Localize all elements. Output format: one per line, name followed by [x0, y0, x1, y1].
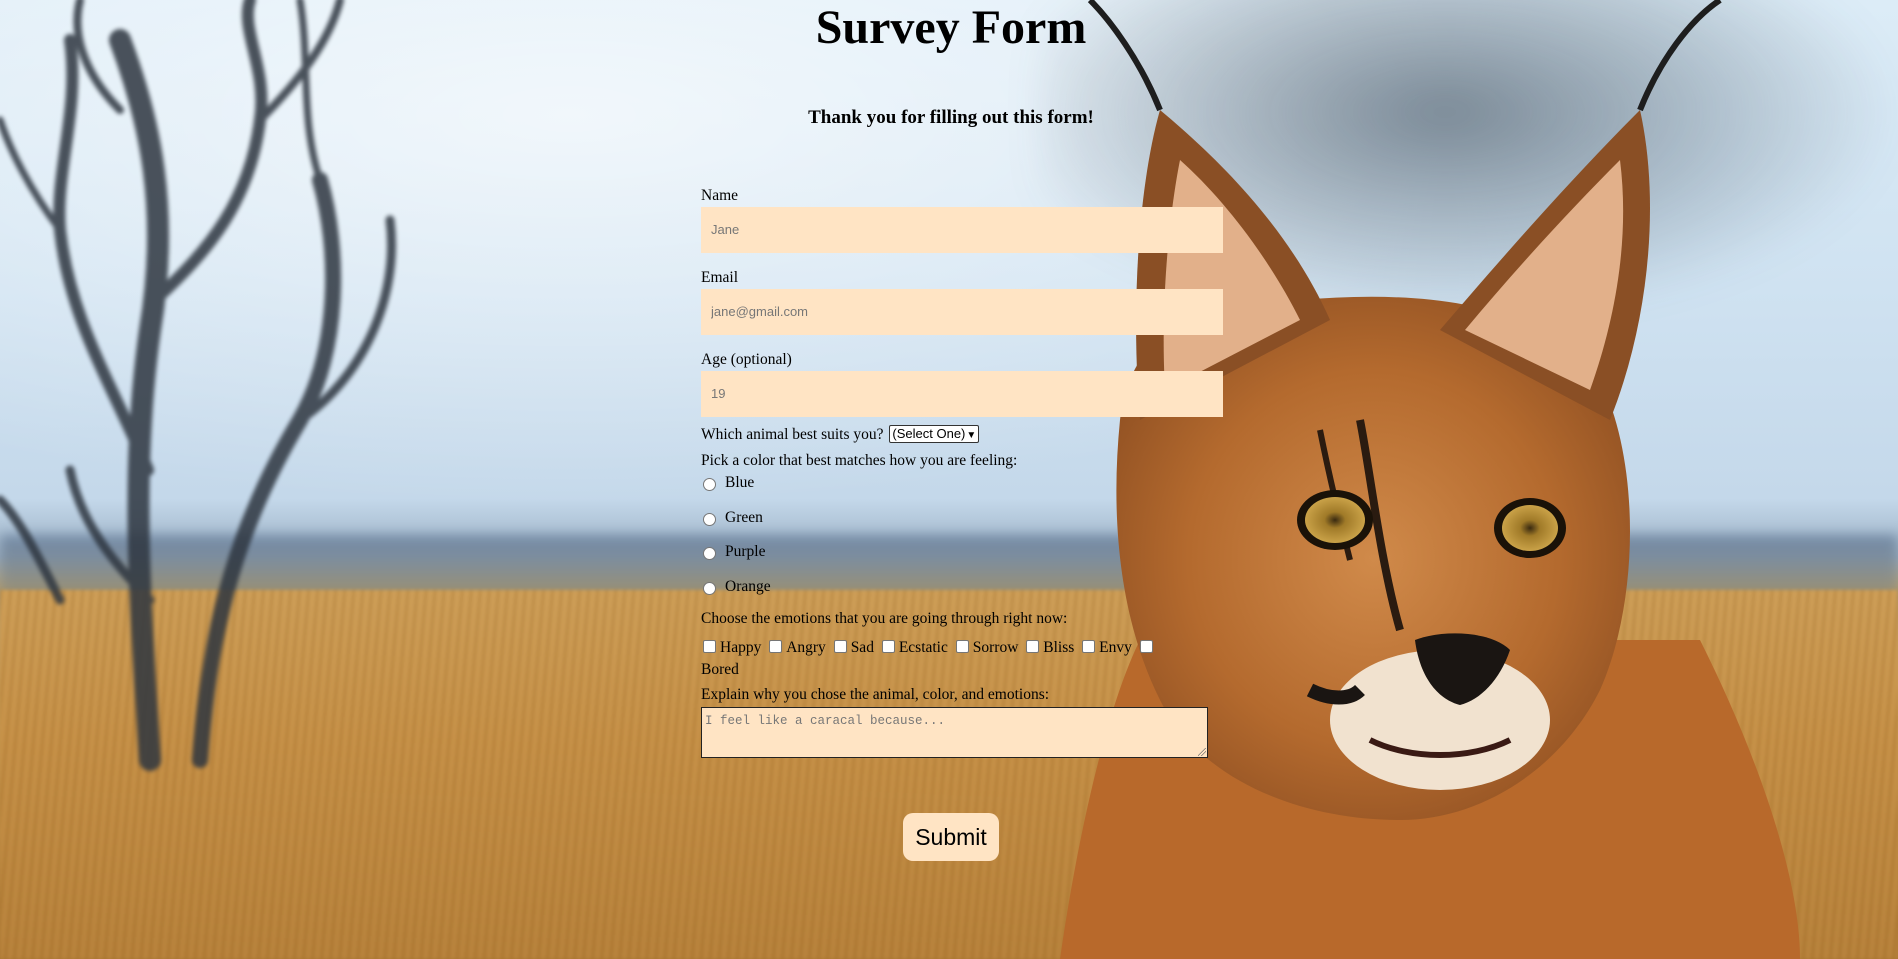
explain-prompt: Explain why you chose the animal, color,…	[701, 685, 1050, 703]
emotion-label: Sad	[850, 638, 874, 656]
submit-button[interactable]: Submit	[903, 813, 999, 861]
emotion-label: Envy	[1099, 638, 1132, 656]
age-input[interactable]	[701, 371, 1223, 417]
animal-select[interactable]: (Select One)▼	[889, 425, 980, 443]
emotion-label: Ecstatic	[898, 638, 948, 656]
checkbox[interactable]	[833, 639, 847, 653]
checkbox[interactable]	[955, 639, 969, 653]
color-option-label: Purple	[725, 543, 766, 560]
submit-row: Submit	[0, 813, 1898, 861]
resize-handle-icon[interactable]	[1198, 747, 1206, 756]
animal-row: Which animal best suits you? (Select One…	[701, 425, 1223, 447]
radio-button[interactable]	[703, 581, 716, 595]
color-option-label: Orange	[725, 577, 771, 595]
page-title: Survey Form	[815, 1, 1087, 54]
emotion-label: Sorrow	[972, 638, 1019, 656]
email-input[interactable]	[701, 289, 1223, 335]
emotion-label: Bliss	[1043, 638, 1075, 656]
color-option[interactable]: Green	[701, 508, 1223, 543]
animal-label: Which animal best suits you?	[701, 426, 884, 443]
page-subtitle: Thank you for filling out this form!	[808, 107, 1094, 128]
explain-textarea[interactable]: I feel like a caracal because...	[701, 706, 1208, 758]
color-option-label: Blue	[725, 474, 755, 491]
survey-page: Survey Form Thank you for filling out th…	[0, 0, 1898, 959]
name-input[interactable]	[701, 207, 1223, 253]
age-label: Age (optional)	[701, 351, 792, 368]
animal-select-value: (Select One)	[892, 426, 966, 441]
name-label: Name	[701, 187, 739, 204]
color-prompt: Pick a color that best matches how you a…	[701, 452, 1018, 469]
chevron-down-icon: ▼	[966, 430, 977, 441]
email-label: Email	[701, 269, 739, 286]
emotion-label: Happy	[720, 638, 762, 656]
explain-placeholder: I feel like a caracal because...	[705, 713, 946, 728]
emotion-prompt: Choose the emotions that you are going t…	[701, 609, 1068, 627]
color-option[interactable]: Purple	[701, 542, 1223, 577]
emotion-label: Angry	[786, 638, 826, 656]
checkbox[interactable]	[703, 639, 716, 653]
checkbox[interactable]	[769, 639, 783, 653]
emotion-label: Bored	[701, 660, 739, 678]
color-option[interactable]: Blue	[701, 473, 1223, 508]
checkbox[interactable]	[1026, 639, 1040, 653]
emotion-options: Happy Angry Sad Ecstatic Sorrow Bliss En…	[701, 637, 1223, 681]
color-option[interactable]: Orange	[701, 577, 1223, 609]
radio-button[interactable]	[703, 512, 716, 526]
checkbox[interactable]	[1139, 639, 1153, 653]
checkbox[interactable]	[881, 639, 895, 653]
checkbox[interactable]	[1082, 639, 1096, 653]
color-option-label: Green	[725, 508, 763, 526]
radio-button[interactable]	[703, 547, 716, 560]
radio-button[interactable]	[703, 478, 716, 491]
survey-form: Name Email Age (optional) Which animal b…	[701, 186, 1223, 861]
